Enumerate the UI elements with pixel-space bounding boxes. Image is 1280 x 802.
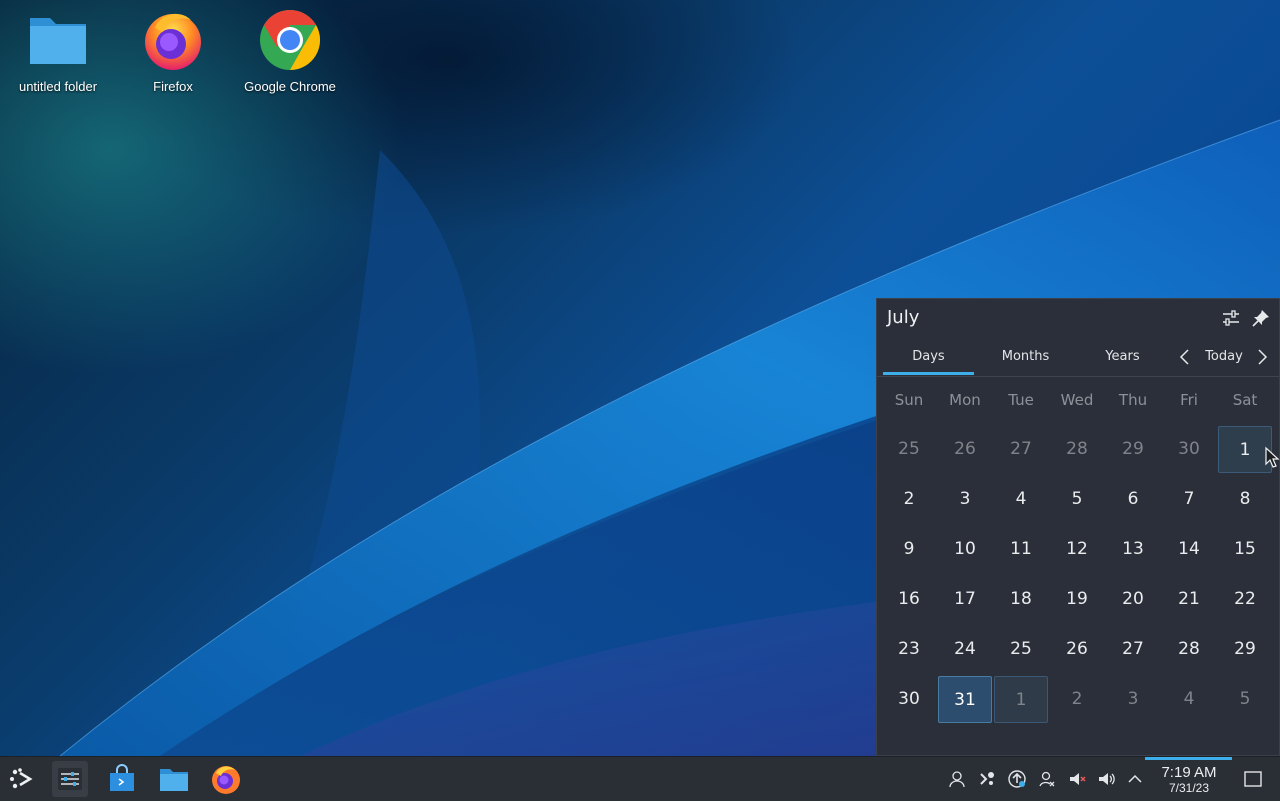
user-switch-icon[interactable]	[1037, 769, 1057, 789]
taskbar: 7:19 AM 7/31/23	[0, 756, 1280, 801]
chevron-left-icon[interactable]	[1177, 347, 1193, 367]
desktop-icon-untitled-folder[interactable]: untitled folder	[3, 6, 113, 94]
volume-icon[interactable]	[1097, 769, 1117, 789]
firefox-icon[interactable]	[210, 763, 242, 795]
system-settings-button[interactable]	[52, 761, 88, 797]
tab-days[interactable]: Days	[883, 349, 974, 364]
calendar-month-title: July	[887, 307, 920, 328]
calendar-header: July	[877, 299, 1279, 339]
calendar-day-cell[interactable]: 16	[882, 576, 936, 623]
calendar-day-cell[interactable]: 3	[938, 476, 992, 523]
desktop-icon-label: Google Chrome	[244, 79, 336, 94]
calendar-day-cell[interactable]: 30	[1162, 426, 1216, 473]
tab-months[interactable]: Months	[980, 349, 1071, 364]
weekday-header: Fri	[1180, 391, 1198, 409]
pin-icon[interactable]	[1250, 307, 1272, 329]
calendar-day-cell[interactable]: 2	[882, 476, 936, 523]
calendar-day-cell[interactable]: 10	[938, 526, 992, 573]
calendar-day-cell[interactable]: 25	[882, 426, 936, 473]
calendar-day-cell[interactable]: 12	[1050, 526, 1104, 573]
calendar-day-cell[interactable]: 14	[1162, 526, 1216, 573]
calendar-day-cell[interactable]: 26	[1050, 626, 1104, 673]
calendar-day-cell[interactable]: 11	[994, 526, 1048, 573]
calendar-day-cell[interactable]: 29	[1218, 626, 1272, 673]
chrome-icon	[260, 9, 321, 71]
user-icon[interactable]	[947, 769, 967, 789]
clock-time: 7:19 AM	[1161, 764, 1217, 781]
calendar-day-cell[interactable]: 4	[994, 476, 1048, 523]
calendar-day-cell[interactable]: 30	[882, 676, 936, 723]
calendar-day-cell[interactable]: 5	[1050, 476, 1104, 523]
weekday-header: Tue	[1008, 391, 1034, 409]
calendar-day-cell[interactable]: 31	[938, 676, 992, 723]
desktop-icon-label: untitled folder	[18, 79, 98, 94]
calendar-day-cell[interactable]: 1	[994, 676, 1048, 723]
weekday-header: Sun	[894, 391, 924, 409]
calendar-day-cell[interactable]: 9	[882, 526, 936, 573]
calendar-day-cell[interactable]: 22	[1218, 576, 1272, 623]
calendar-day-cell[interactable]: 25	[994, 626, 1048, 673]
calendar-day-cell[interactable]: 29	[1106, 426, 1160, 473]
calendar-day-cell[interactable]: 26	[938, 426, 992, 473]
calendar-day-cell[interactable]: 21	[1162, 576, 1216, 623]
digital-clock[interactable]: 7:19 AM 7/31/23	[1148, 764, 1230, 796]
calendar-day-cell[interactable]: 7	[1162, 476, 1216, 523]
clock-active-indicator	[1145, 757, 1232, 760]
calendar-day-cell[interactable]: 6	[1106, 476, 1160, 523]
calendar-day-cell[interactable]: 5	[1218, 676, 1272, 723]
desktop-icon-firefox[interactable]: Firefox	[118, 6, 228, 94]
weekday-header: Sat	[1232, 391, 1258, 409]
weekday-header: Mon	[949, 391, 981, 409]
mouse-cursor-icon	[1265, 446, 1280, 468]
weekday-header: Thu	[1118, 391, 1148, 409]
calendar-view-tabs: Days Months Years Today	[877, 343, 1279, 377]
calendar-day-cell[interactable]: 15	[1218, 526, 1272, 573]
updates-icon[interactable]	[1007, 769, 1027, 789]
calendar-day-cell[interactable]: 23	[882, 626, 936, 673]
calendar-day-cell[interactable]: 20	[1106, 576, 1160, 623]
calendar-day-cell[interactable]: 27	[994, 426, 1048, 473]
calendar-day-cell[interactable]: 13	[1106, 526, 1160, 573]
calendar-day-cell[interactable]: 19	[1050, 576, 1104, 623]
desktop[interactable]: untitled folder Firefox Google Chrome Ju…	[0, 0, 1280, 756]
calendar-day-cell[interactable]: 18	[994, 576, 1048, 623]
weekday-header: Wed	[1060, 391, 1094, 409]
kde-connect-icon[interactable]	[977, 769, 997, 789]
calendar-day-cell[interactable]: 8	[1218, 476, 1272, 523]
expand-tray-icon[interactable]	[1125, 769, 1145, 789]
calendar-day-cell[interactable]: 3	[1106, 676, 1160, 723]
active-tab-indicator	[883, 372, 974, 375]
calendar-day-cell[interactable]: 27	[1106, 626, 1160, 673]
calendar-day-cell[interactable]: 17	[938, 576, 992, 623]
clock-date: 7/31/23	[1168, 781, 1210, 795]
system-settings-icon	[58, 768, 82, 790]
show-desktop-icon[interactable]	[1243, 769, 1263, 789]
calendar-popup: July Days Months Years Today Sun Mon Tue…	[876, 298, 1280, 756]
calendar-day-cell[interactable]: 28	[1050, 426, 1104, 473]
calendar-day-cell[interactable]: 2	[1050, 676, 1104, 723]
desktop-icon-label: Firefox	[153, 79, 193, 94]
configure-icon[interactable]	[1220, 307, 1242, 329]
firefox-icon	[145, 13, 201, 70]
calendar-day-cell[interactable]: 24	[938, 626, 992, 673]
muted-mic-icon[interactable]	[1067, 769, 1087, 789]
calendar-day-cell[interactable]: 4	[1162, 676, 1216, 723]
chevron-right-icon[interactable]	[1254, 347, 1270, 367]
today-button[interactable]: Today	[1199, 349, 1249, 364]
desktop-icon-google-chrome[interactable]: Google Chrome	[235, 6, 345, 94]
folder-icon	[30, 18, 86, 64]
discover-store-icon[interactable]	[106, 763, 138, 795]
file-manager-icon[interactable]	[158, 763, 190, 795]
calendar-day-cell[interactable]: 28	[1162, 626, 1216, 673]
application-launcher-icon[interactable]	[6, 763, 38, 795]
tab-years[interactable]: Years	[1077, 349, 1168, 364]
